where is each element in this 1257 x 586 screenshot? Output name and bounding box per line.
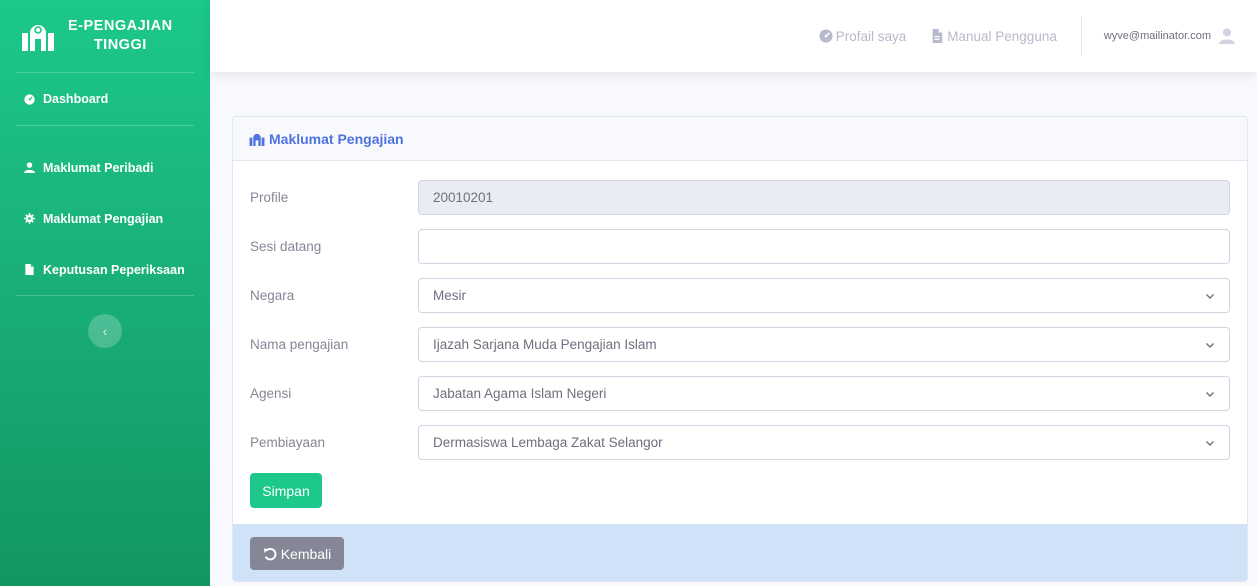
- profile-field: 20010201: [418, 180, 1230, 215]
- sesi-datang-input[interactable]: [418, 229, 1230, 264]
- file-icon: [25, 264, 34, 275]
- field-label: Sesi datang: [250, 239, 322, 254]
- nama-pengajian-value: Ijazah Sarjana Muda Pengajian Islam: [433, 337, 657, 352]
- manual-link-label: Manual Pengguna: [947, 28, 1057, 44]
- chevron-down-icon: [1206, 293, 1214, 299]
- sidebar-item-label: Keputusan Peperiksaan: [43, 262, 185, 277]
- sidebar-item-dashboard[interactable]: Dashboard: [0, 73, 210, 125]
- sidebar-toggle-button[interactable]: ‹: [88, 314, 122, 348]
- field-label: Negara: [250, 288, 295, 303]
- field-label: Nama pengajian: [250, 337, 349, 352]
- manual-link[interactable]: Manual Pengguna: [930, 29, 1057, 44]
- sidebar-item-label: Dashboard: [43, 92, 109, 106]
- dashboard-icon: [24, 93, 35, 105]
- form-row-sesi-datang: Sesi datang: [250, 229, 1230, 264]
- user-icon: [1219, 28, 1235, 44]
- brand-title: E-PENGAJIAN TINGGI: [68, 17, 173, 55]
- file-pdf-icon: [932, 29, 943, 43]
- pembiayaan-select[interactable]: Dermasiswa Lembaga Zakat Selangor: [418, 425, 1230, 460]
- field-label: Pembiayaan: [250, 435, 326, 450]
- form-row-negara: Negara Mesir: [250, 278, 1230, 313]
- form-row-nama-pengajian: Nama pengajian Ijazah Sarjana Muda Penga…: [250, 327, 1230, 362]
- form: Profile 20010201 Sesi datang Negara Mesi…: [233, 161, 1247, 508]
- sidebar-item-maklumat-pengajian[interactable]: Maklumat Pengajian: [0, 193, 210, 244]
- brand-line2: TINGGI: [93, 37, 147, 53]
- back-button-label: Kembali: [280, 545, 332, 562]
- agensi-select[interactable]: Jabatan Agama Islam Negeri: [418, 376, 1230, 411]
- topbar-divider: [1080, 16, 1082, 56]
- profile-link[interactable]: Profail saya: [819, 28, 907, 44]
- profile-value: 20010201: [433, 190, 494, 205]
- negara-value: Mesir: [433, 288, 466, 303]
- sidebar: E-PENGAJIAN TINGGI Dashboard Maklumat Pe…: [0, 0, 210, 586]
- card-title: Maklumat Pengajian: [269, 130, 404, 147]
- sidebar-item-keputusan-peperiksaan[interactable]: Keputusan Peperiksaan: [0, 244, 210, 295]
- user-dropdown[interactable]: wyve@mailinator.com: [1104, 28, 1235, 44]
- pembiayaan-value: Dermasiswa Lembaga Zakat Selangor: [433, 435, 663, 450]
- negara-select[interactable]: Mesir: [418, 278, 1230, 313]
- save-button[interactable]: Simpan: [250, 473, 322, 508]
- user-icon: [24, 162, 35, 173]
- cog-icon: [24, 213, 35, 224]
- undo-icon: [263, 547, 277, 560]
- sidebar-item-label: Maklumat Peribadi: [43, 160, 154, 175]
- form-row-pembiayaan: Pembiayaan Dermasiswa Lembaga Zakat Sela…: [250, 425, 1230, 460]
- nama-pengajian-select[interactable]: Ijazah Sarjana Muda Pengajian Islam: [418, 327, 1230, 362]
- chevron-down-icon: [1206, 391, 1214, 397]
- field-label: Profile: [250, 190, 289, 205]
- chevron-down-icon: [1206, 342, 1214, 348]
- back-button[interactable]: Kembali: [250, 537, 344, 570]
- chevron-down-icon: [1206, 440, 1214, 446]
- card-header: Maklumat Pengajian: [233, 117, 1247, 161]
- user-email: wyve@mailinator.com: [1103, 30, 1211, 42]
- agensi-value: Jabatan Agama Islam Negeri: [433, 386, 607, 401]
- topbar: Profail saya Manual Pengguna wyve@mailin…: [210, 0, 1257, 72]
- profile-link-label: Profail saya: [835, 28, 907, 44]
- form-row-agensi: Agensi Jabatan Agama Islam Negeri: [250, 376, 1230, 411]
- form-row-profile: Profile 20010201: [250, 180, 1230, 215]
- brand-line1: E-PENGAJIAN: [68, 18, 173, 34]
- study-info-card: Maklumat Pengajian Profile 20010201 Sesi…: [232, 116, 1248, 582]
- chevron-left-icon: ‹: [102, 323, 108, 339]
- sidebar-item-maklumat-peribadi[interactable]: Maklumat Peribadi: [0, 142, 210, 193]
- brand[interactable]: E-PENGAJIAN TINGGI: [0, 0, 210, 72]
- sidebar-item-label: Maklumat Pengajian: [43, 211, 164, 226]
- field-label: Agensi: [250, 386, 292, 401]
- university-icon: [249, 133, 265, 146]
- card-footer: Kembali: [233, 524, 1247, 581]
- dashboard-icon: [819, 29, 833, 43]
- university-logo-icon: [22, 25, 54, 51]
